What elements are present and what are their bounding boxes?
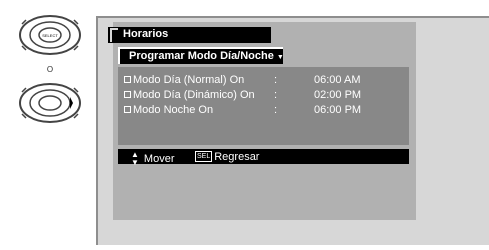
row-colon: :	[274, 74, 278, 86]
row-colon: :	[274, 89, 278, 101]
select-key-text: SELECT	[42, 33, 58, 38]
tv-left-border	[96, 16, 98, 245]
selector-label-text: Programar Modo Día/Noche	[129, 50, 274, 62]
hint-back-label: Regresar	[214, 151, 260, 163]
up-down-arrow-icon: ▲ ▼	[131, 150, 139, 167]
row-label: Modo Noche On	[133, 104, 214, 116]
menu-title: Horarios	[123, 28, 169, 40]
title-notch	[110, 28, 118, 42]
dropdown-arrow-icon: ▼	[276, 54, 284, 61]
remote-control: SELECT O	[0, 0, 95, 245]
schedule-row-day-dynamic[interactable]: Modo Día (Dinámico) On : 02:00 PM	[124, 89, 361, 101]
hint-back: SEL Regresar	[195, 150, 260, 163]
sel-key-icon: SEL	[195, 150, 213, 162]
tv-top-border	[96, 16, 489, 18]
row-time: 06:00 PM	[314, 104, 362, 116]
navigation-key[interactable]	[19, 83, 81, 123]
remote-label-o: O	[47, 65, 53, 74]
schedule-row-night[interactable]: Modo Noche On : 06:00 PM	[124, 104, 361, 116]
row-time: 06:00 AM	[314, 74, 361, 86]
row-label: Modo Día (Dinámico) On	[133, 89, 255, 101]
hint-move-label: Mover	[143, 152, 175, 165]
checkbox-icon[interactable]	[124, 105, 131, 113]
select-key[interactable]: SELECT	[19, 15, 81, 55]
hint-move: ▲ ▼ Mover	[131, 151, 174, 167]
row-colon: :	[274, 104, 278, 116]
checkbox-icon[interactable]	[124, 75, 131, 83]
row-time: 02:00 PM	[314, 89, 362, 101]
checkbox-icon[interactable]	[124, 90, 131, 98]
row-label: Modo Día (Normal) On	[133, 74, 245, 86]
mode-selector-label[interactable]: Programar Modo Día/Noche ▼	[129, 50, 284, 62]
remote-graphic: SELECT O	[19, 15, 81, 123]
schedule-row-day-normal[interactable]: Modo Día (Normal) On : 06:00 AM	[124, 74, 360, 86]
